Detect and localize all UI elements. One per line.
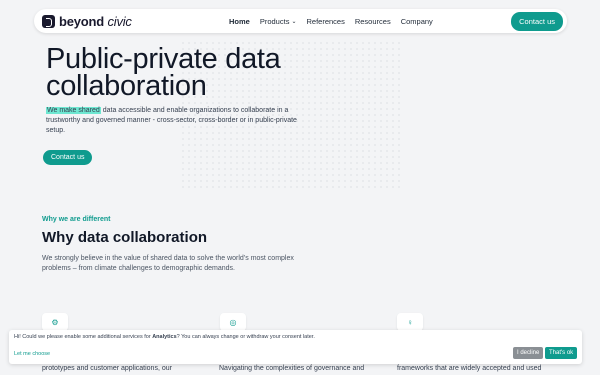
hero-contact-button[interactable]: Contact us <box>43 150 93 165</box>
section-kicker: Why we are different <box>42 216 111 223</box>
accept-button[interactable]: That's ok <box>545 347 578 359</box>
section-description: We strongly believe in the value of shar… <box>42 255 294 272</box>
section-title: Why data collaboration <box>42 229 208 246</box>
brand-name: beyond civic <box>59 13 132 29</box>
nav-item-resources[interactable]: Resources <box>355 17 391 26</box>
let-me-choose-link[interactable]: Let me choose <box>14 351 50 357</box>
nav-item-home[interactable]: Home <box>229 17 250 26</box>
nav-item-company[interactable]: Company <box>401 17 433 26</box>
consent-message: Hi! Could we please enable some addition… <box>14 334 315 340</box>
nav-item-products[interactable]: Products ⌄ <box>260 17 297 26</box>
hero-description: We make shared data accessible and enabl… <box>46 107 297 134</box>
lightbulb-icon: ♀ <box>397 313 423 331</box>
card-text: Navigating the complexities of governanc… <box>219 365 365 372</box>
nav-item-references[interactable]: References <box>306 17 344 26</box>
chevron-down-icon: ⌄ <box>291 18 297 25</box>
hero-highlight: We make shared <box>46 107 101 114</box>
cookie-consent-banner: Hi! Could we please enable some addition… <box>9 330 582 364</box>
card-text: frameworks that are widely accepted and … <box>397 365 542 372</box>
logo-mark-icon <box>42 14 55 28</box>
network-icon: ⚙ <box>42 313 68 331</box>
decline-button[interactable]: I decline <box>513 347 544 359</box>
top-navbar: beyond civic Home Products ⌄ References R… <box>34 9 567 33</box>
brand-logo[interactable]: beyond civic <box>42 14 212 29</box>
nav-contact-button[interactable]: Contact us <box>511 11 563 31</box>
hero-title: Public-private data collaboration <box>46 43 281 102</box>
globe-icon: ◎ <box>220 313 246 331</box>
card-text: prototypes and customer applications, ou… <box>42 365 172 372</box>
main-nav: Home Products ⌄ References Resources Comp… <box>229 17 433 26</box>
